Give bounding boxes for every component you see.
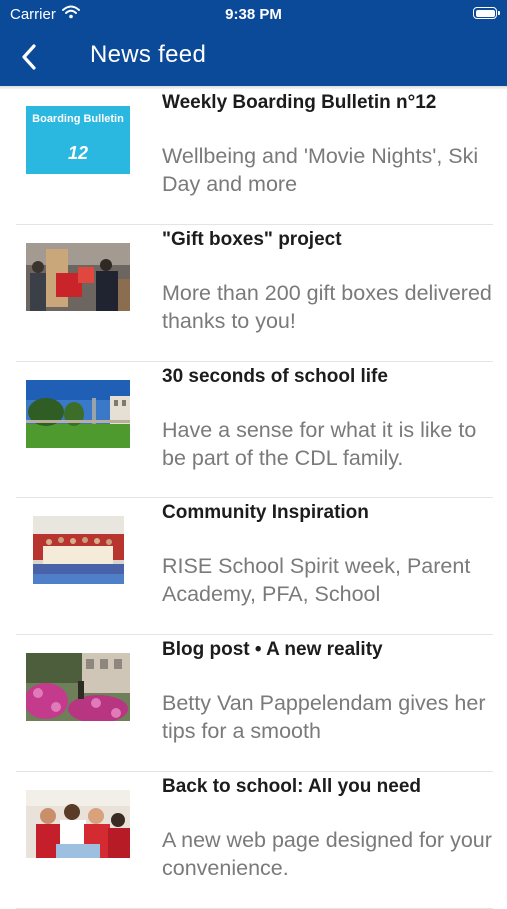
feed-item[interactable]: Community Inspiration RISE School Spirit… (0, 498, 507, 636)
feed-item-title: Weekly Boarding Bulletin n°12 (162, 92, 437, 113)
feed-item-description: RISE School Spirit week, Parent Academy,… (162, 554, 471, 607)
back-to-school-thumbnail (26, 789, 130, 858)
thumbnail-caption: Boarding Bulletin (32, 113, 124, 125)
feed-item-description: Betty Van Pappelendam gives her tips for… (162, 691, 486, 744)
feed-item-title: Back to school: All you need (162, 775, 422, 797)
feed-item-description: A new web page designed for your conveni… (162, 827, 492, 880)
back-button[interactable] (18, 42, 42, 72)
feed-item-description: Have a sense for what it is like to be p… (162, 417, 477, 470)
chevron-left-icon (22, 44, 36, 70)
feed-item[interactable]: Blog post • A new reality Betty Van Papp… (0, 635, 507, 772)
blog-post-thumbnail (26, 653, 130, 722)
clock: 9:38 PM (225, 6, 282, 23)
bulletin-thumbnail: Boarding Bulletin 12 (26, 106, 130, 174)
feed-item[interactable]: 30 seconds of school life Have a sense f… (0, 362, 507, 499)
community-thumbnail (33, 516, 124, 585)
feed-item-title: Blog post • A new reality (162, 639, 383, 661)
news-feed-list: Boarding Bulletin 12 Weekly Boarding Bul… (0, 88, 507, 909)
feed-item-title: "Gift boxes" project (162, 228, 342, 250)
feed-item-description: Wellbeing and 'Movie Nights', Ski Day an… (162, 144, 479, 196)
feed-item-title: 30 seconds of school life (162, 365, 388, 387)
gift-boxes-thumbnail (26, 242, 130, 311)
feed-item[interactable]: "Gift boxes" project More than 200 gift … (0, 225, 507, 362)
feed-item-description: More than 200 gift boxes delivered thank… (162, 280, 492, 333)
thumbnail-number: 12 (67, 143, 89, 163)
battery-icon (473, 7, 500, 19)
feed-item-title: Community Inspiration (162, 502, 369, 524)
status-bar: Carrier 9:38 PM (0, 0, 507, 28)
school-life-thumbnail (26, 379, 130, 448)
feed-item[interactable]: Boarding Bulletin 12 Weekly Boarding Bul… (0, 88, 507, 225)
top-bar: Carrier 9:38 PM News feed (0, 0, 507, 86)
navigation-bar: News feed (0, 28, 507, 86)
feed-item[interactable]: Back to school: All you need A new web p… (0, 772, 507, 909)
page-title: News feed (90, 41, 207, 68)
